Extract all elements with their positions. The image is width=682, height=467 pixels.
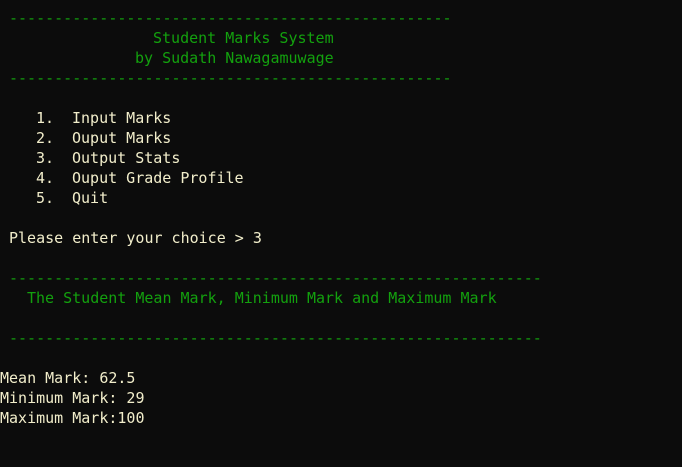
menu-item-quit: Quit — [72, 189, 109, 207]
menu-item-input-marks: Input Marks — [72, 109, 172, 127]
menu-item-number: 2. — [36, 129, 55, 147]
maximum-mark-output: Maximum Mark:100 — [0, 409, 145, 427]
choice-prompt[interactable]: Please enter your choice > 3 — [9, 228, 262, 248]
menu-item-number: 4. — [36, 169, 55, 187]
choice-input-value[interactable]: 3 — [253, 229, 262, 247]
choice-prompt-label: Please enter your choice > — [9, 229, 253, 247]
menu-item-number: 5. — [36, 189, 55, 207]
section-rule-bottom: ----------------------------------------… — [9, 329, 542, 347]
header-rule-top: ----------------------------------------… — [9, 9, 452, 27]
mean-mark-output: Mean Mark: 62.5 — [0, 369, 136, 387]
menu-item-output-marks: Ouput Marks — [72, 129, 172, 147]
menu-item-number: 3. — [36, 149, 55, 167]
app-title: Student Marks System — [153, 29, 334, 47]
header-rule-bottom: ----------------------------------------… — [9, 69, 452, 87]
console-window: ----------------------------------------… — [0, 8, 682, 467]
menu-item-number: 1. — [36, 109, 55, 127]
section-rule-top: ----------------------------------------… — [9, 269, 542, 287]
menu-item-grade-profile: Ouput Grade Profile — [72, 169, 244, 187]
app-author: by Sudath Nawagamuwage — [135, 49, 334, 67]
section-title: The Student Mean Mark, Minimum Mark and … — [27, 289, 497, 307]
minimum-mark-output: Minimum Mark: 29 — [0, 389, 145, 407]
menu-item-output-stats: Output Stats — [72, 149, 181, 167]
